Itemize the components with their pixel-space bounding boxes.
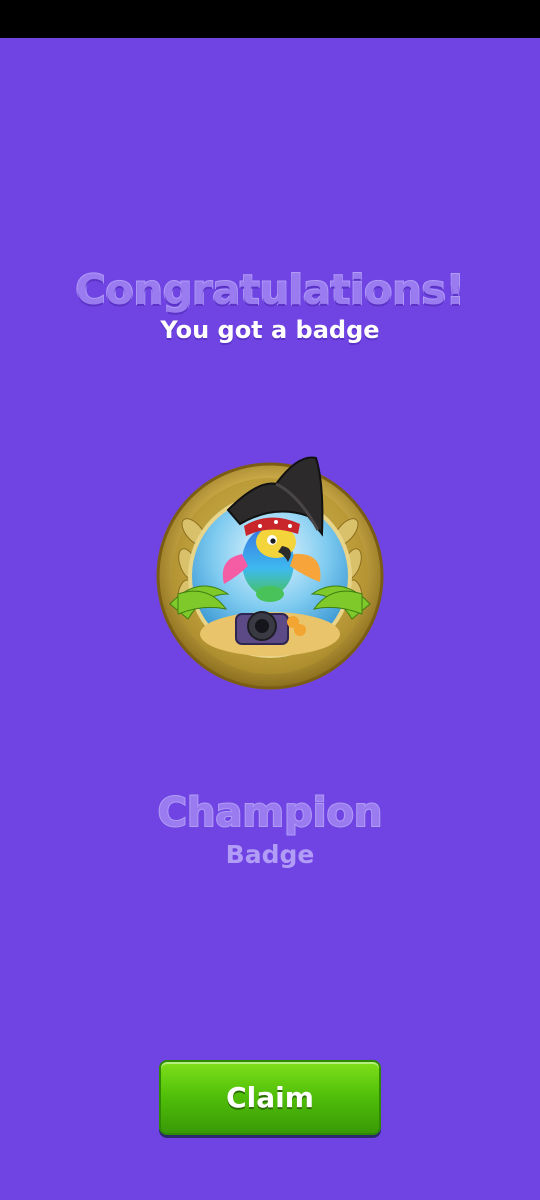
congratulations-title: Congratulations!: [74, 265, 465, 315]
badge-type-label: Badge: [225, 840, 315, 869]
pirate-parrot-badge-icon: [148, 444, 392, 694]
badge-name: Champion: [157, 789, 384, 837]
claim-button-label: Claim: [226, 1081, 314, 1114]
badge-subtitle: You got a badge: [160, 316, 380, 344]
status-bar: [0, 0, 540, 38]
claim-button[interactable]: Claim: [159, 1060, 381, 1135]
